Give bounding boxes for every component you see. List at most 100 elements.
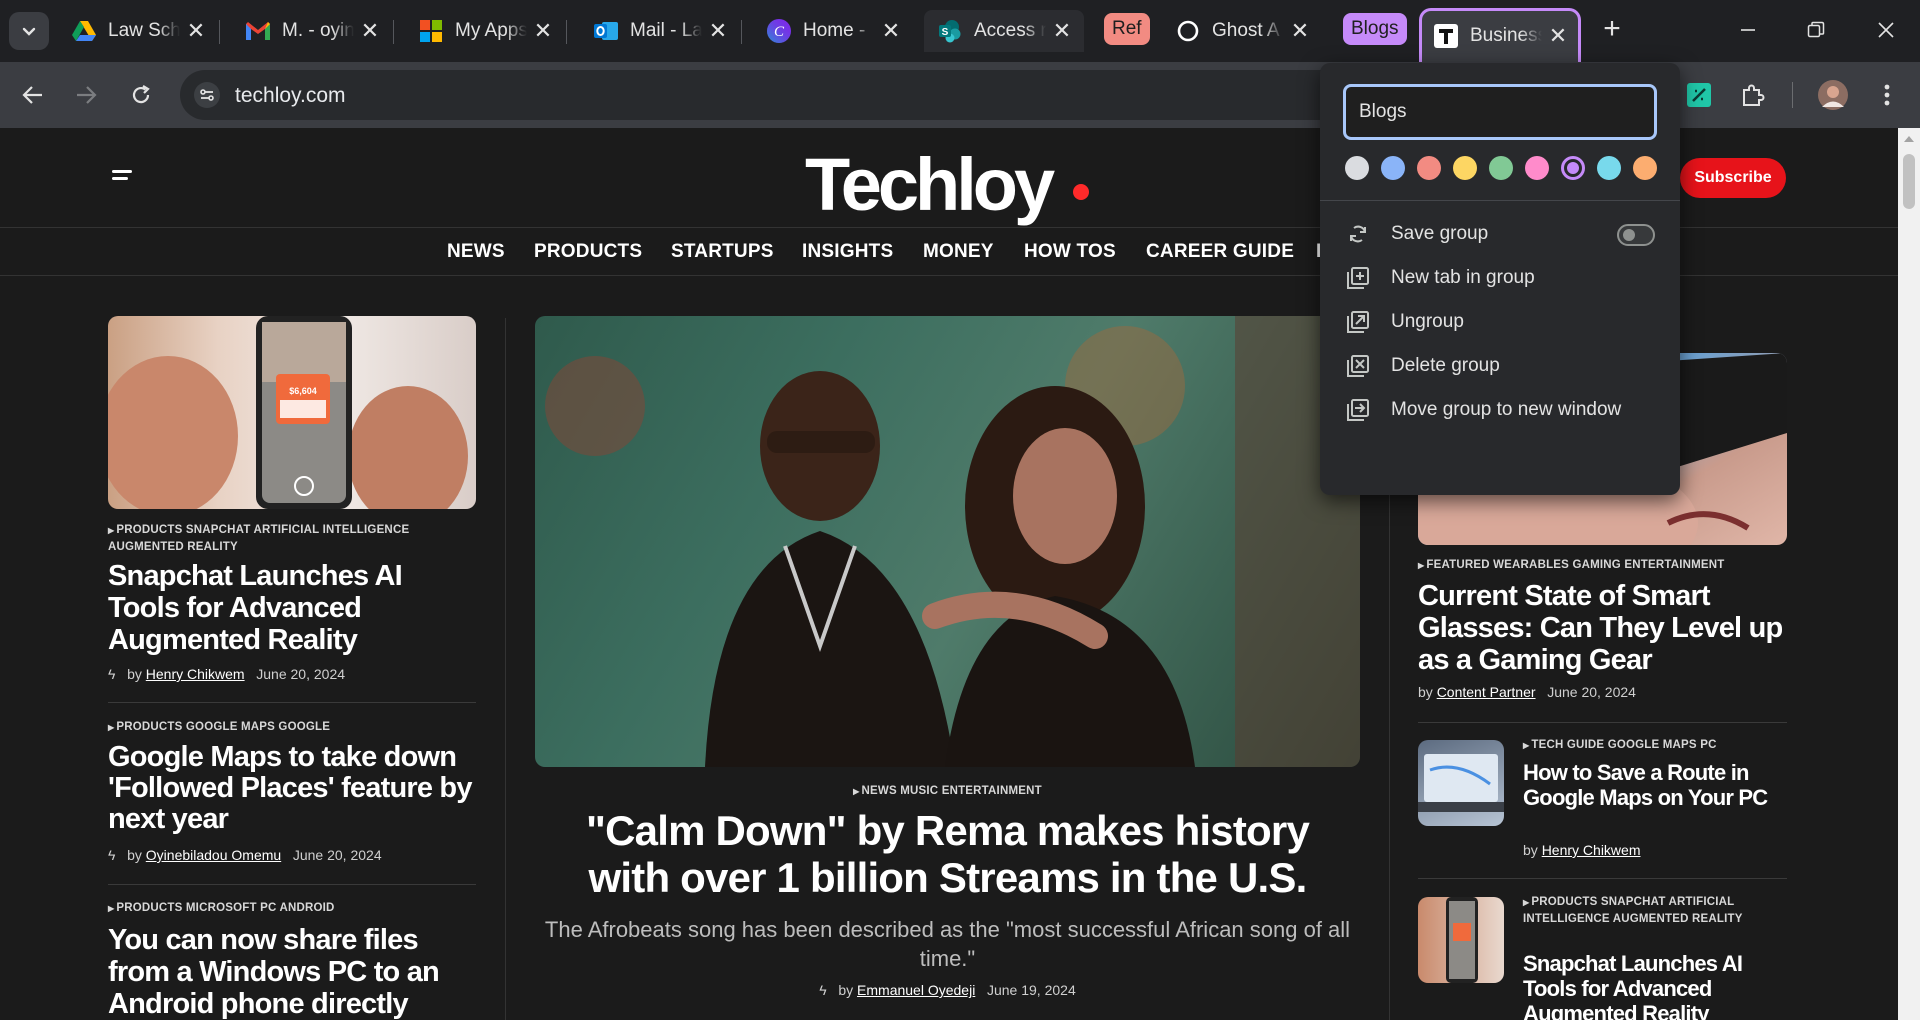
feature-title[interactable]: "Calm Down" by Rema makes history with o… [545,807,1350,901]
tab-business[interactable]: Business ✕ [1422,11,1578,61]
tab-outlook[interactable]: Mail - La ✕ [580,10,740,52]
nav-career-guide[interactable]: CAREER GUIDE [1146,241,1294,263]
close-tab-icon[interactable]: ✕ [1288,19,1312,43]
tab-law-school[interactable]: Law School ✕ [58,10,218,52]
article-thumbnail[interactable] [1418,740,1504,826]
tab-sharepoint[interactable]: S Access r ✕ [924,10,1084,52]
tag[interactable]: MUSIC [900,785,938,797]
tag[interactable]: PRODUCTS [116,902,182,914]
restore-button[interactable] [1788,12,1844,48]
scrollbar-thumb[interactable] [1903,154,1915,209]
color-swatch[interactable] [1597,156,1621,180]
color-swatch[interactable] [1381,156,1405,180]
color-swatch[interactable] [1561,156,1585,180]
tag[interactable]: WEARABLES [1493,559,1569,571]
close-tab-icon[interactable]: ✕ [358,19,382,43]
tab-my-apps[interactable]: My Apps ✕ [405,10,565,52]
tag[interactable]: PC [260,902,276,914]
close-tab-icon[interactable]: ✕ [531,19,555,43]
close-tab-icon[interactable]: ✕ [879,19,903,43]
tag[interactable]: TECH GUIDE [1531,739,1604,751]
nav-insights[interactable]: INSIGHTS [802,241,893,263]
tag[interactable]: PRODUCTS [116,721,182,733]
article-thumbnail[interactable] [1418,897,1504,983]
tag[interactable]: PRODUCTS [116,524,182,536]
extensions-button[interactable] [1736,78,1770,112]
color-swatch[interactable] [1417,156,1441,180]
close-tab-icon[interactable]: ✕ [706,19,730,43]
author-link[interactable]: Oyinebiladou Omemu [146,847,281,863]
tab-group-chip-ref[interactable]: Ref [1104,13,1150,45]
tag[interactable]: PC [1700,739,1716,751]
tag[interactable]: ENTERTAINMENT [942,785,1042,797]
article-title[interactable]: Snapchat Launches AI Tools for Advanced … [108,560,458,656]
nav-how-tos[interactable]: HOW TOS [1024,241,1116,263]
tag[interactable]: ANDROID [279,902,334,914]
nav-products[interactable]: PRODUCTS [534,241,642,263]
tag[interactable]: ARTIFICIAL INTELLIGENCE [254,524,410,536]
tag[interactable]: GOOGLE MAPS [186,721,275,733]
article-thumbnail[interactable]: $6,604 [108,316,476,509]
move-group-item[interactable]: Move group to new window [1320,383,1680,437]
tag[interactable]: SNAPCHAT [186,524,251,536]
color-swatch[interactable] [1489,156,1513,180]
extension-button[interactable] [1682,78,1716,112]
page-scrollbar[interactable] [1898,128,1920,1020]
tag[interactable]: ENTERTAINMENT [1624,559,1724,571]
minimize-button[interactable] [1720,12,1776,48]
nav-startups[interactable]: STARTUPS [671,241,774,263]
new-tab-button[interactable]: + [1596,14,1628,46]
close-window-button[interactable] [1858,12,1914,48]
tag[interactable]: SNAPCHAT [1601,896,1666,908]
close-tab-icon[interactable]: ✕ [184,19,208,43]
tag[interactable]: MICROSOFT [186,902,257,914]
scroll-up-arrow-icon[interactable] [1904,136,1914,142]
tag[interactable]: GOOGLE [278,721,330,733]
author-link[interactable]: Henry Chikwem [146,666,245,682]
article-title[interactable]: You can now share files from a Windows P… [108,924,468,1020]
close-icon [1878,22,1894,38]
color-swatch[interactable] [1345,156,1369,180]
article-title[interactable]: Snapchat Launches AI Tools for Advanced … [1523,951,1773,1020]
subscribe-button[interactable]: Subscribe [1680,158,1786,198]
color-swatch[interactable] [1453,156,1477,180]
tag[interactable]: NEWS [862,785,897,797]
tab-gmail[interactable]: M. - oyin ✕ [232,10,392,52]
article-title[interactable]: Current State of Smart Glasses: Can They… [1418,580,1793,676]
tab-canva[interactable]: C Home - ✕ [753,10,913,52]
tag[interactable]: PRODUCTS [1531,896,1597,908]
site-logo[interactable]: Techloy [805,142,1055,227]
nav-news[interactable]: NEWS [447,241,505,263]
article-title[interactable]: Google Maps to take down 'Followed Place… [108,742,488,835]
tab-search-button[interactable] [9,12,49,50]
tag[interactable]: AUGMENTED REALITY [1613,913,1743,925]
author-link[interactable]: Content Partner [1437,684,1536,700]
article-title[interactable]: How to Save a Route in Google Maps on Yo… [1523,760,1773,810]
group-name-input[interactable] [1343,84,1657,140]
reload-button[interactable] [121,75,161,115]
tab-ghost[interactable]: Ghost A ✕ [1162,10,1322,52]
forward-button[interactable] [66,75,106,115]
tag[interactable]: FEATURED [1426,559,1489,571]
tag[interactable]: GAMING [1572,559,1620,571]
author-link[interactable]: Henry Chikwem [1542,842,1641,858]
tag[interactable]: AUGMENTED REALITY [108,541,238,553]
site-info-icon[interactable] [194,82,220,108]
close-tab-icon[interactable]: ✕ [1050,19,1074,43]
browser-menu-button[interactable] [1870,78,1904,112]
tab-group-chip-blogs[interactable]: Blogs [1343,13,1407,45]
color-swatch[interactable] [1633,156,1657,180]
sharepoint-icon: S [938,19,962,43]
color-swatch[interactable] [1525,156,1549,180]
save-group-toggle[interactable] [1617,224,1655,246]
author-link[interactable]: Emmanuel Oyedeji [857,982,975,998]
tab-separator [566,20,567,44]
profile-button[interactable] [1816,78,1850,112]
feature-image[interactable] [535,316,1360,767]
hamburger-menu-icon[interactable] [112,170,132,184]
back-button[interactable] [13,75,53,115]
tab-business-active[interactable]: Business ✕ [1419,8,1581,64]
close-tab-icon[interactable]: ✕ [1546,24,1570,48]
nav-money[interactable]: MONEY [923,241,994,263]
tag[interactable]: GOOGLE MAPS [1608,739,1697,751]
